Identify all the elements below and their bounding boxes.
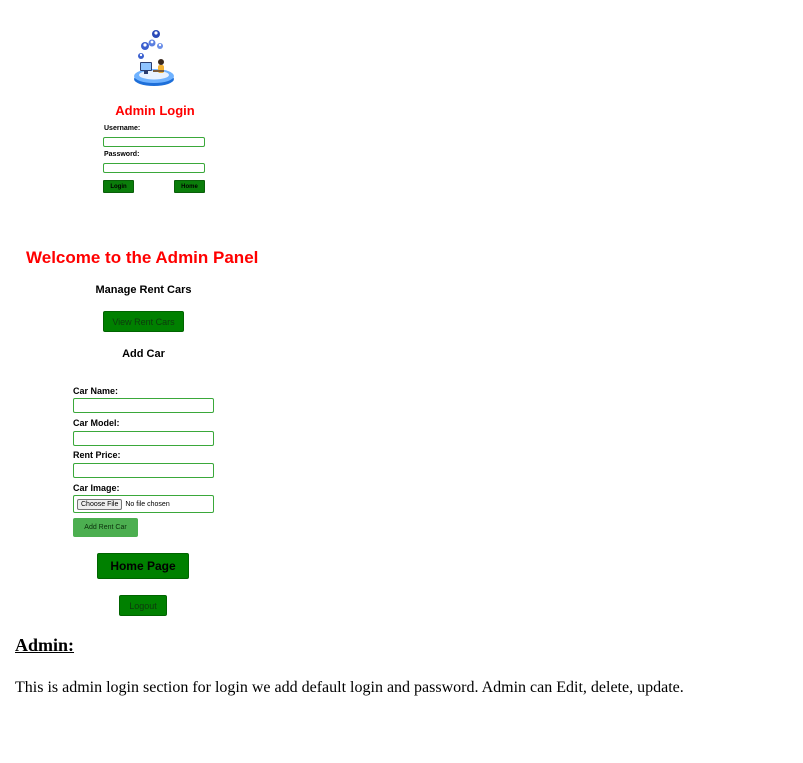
login-button[interactable]: Login — [103, 180, 134, 193]
manage-rent-cars-heading: Manage Rent Cars — [95, 284, 192, 296]
description-text: This is admin login section for login we… — [15, 679, 684, 696]
car-model-input[interactable] — [73, 431, 214, 446]
add-car-heading: Add Car — [122, 348, 165, 360]
view-rent-cars-button[interactable]: View Rent Cars — [103, 311, 184, 332]
admin-logo-icon — [131, 26, 177, 88]
car-name-label: Car Name: — [73, 386, 119, 396]
home-page-button[interactable]: Home Page — [97, 553, 189, 579]
description-heading: Admin: — [15, 635, 75, 655]
logout-button[interactable]: Logout — [119, 595, 167, 616]
password-label: Password: — [104, 151, 140, 158]
home-button[interactable]: Home — [174, 180, 205, 193]
car-name-input[interactable] — [73, 398, 214, 413]
car-image-file-input[interactable]: Choose File No file chosen — [73, 495, 214, 513]
panel-title: Welcome to the Admin Panel — [26, 248, 259, 267]
file-status-text: No file chosen — [125, 500, 170, 508]
rent-price-label: Rent Price: — [73, 450, 121, 460]
username-input[interactable] — [103, 137, 205, 147]
choose-file-button[interactable]: Choose File — [77, 498, 123, 510]
login-title: Admin Login — [115, 103, 195, 118]
password-input[interactable] — [103, 163, 205, 173]
rent-price-input[interactable] — [73, 463, 214, 478]
username-label: Username: — [104, 125, 141, 132]
car-model-label: Car Model: — [73, 418, 120, 428]
car-image-label: Car Image: — [73, 483, 120, 493]
add-rent-car-button[interactable]: Add Rent Car — [73, 518, 138, 537]
